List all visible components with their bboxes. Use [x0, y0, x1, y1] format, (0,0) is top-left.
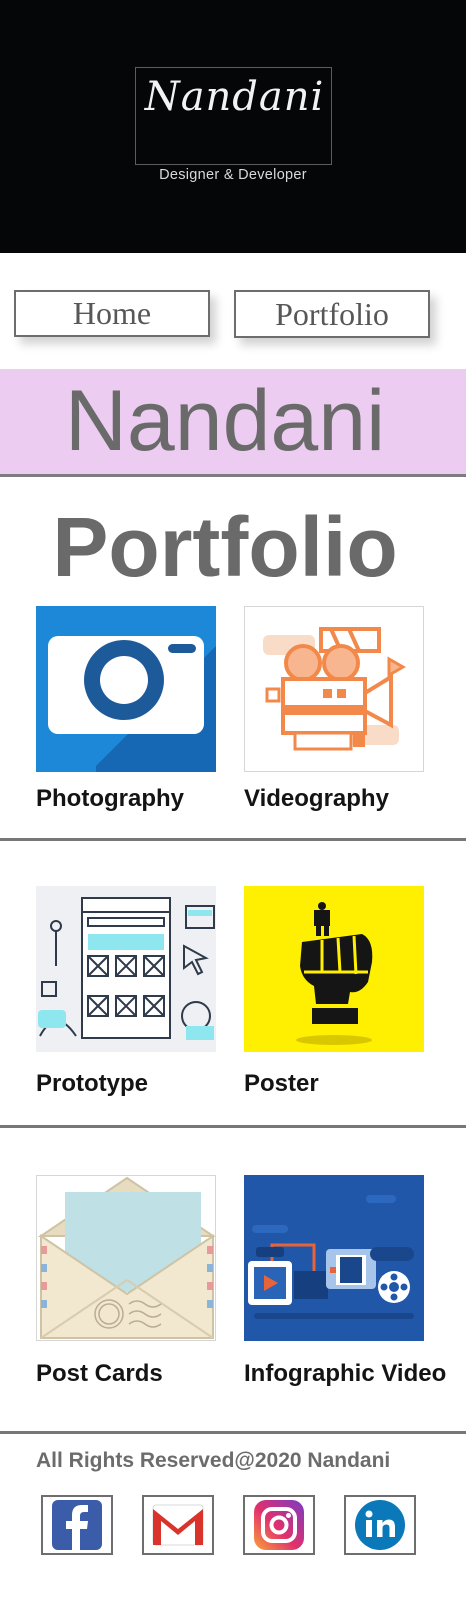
copyright-text: All Rights Reserved@2020 Nandani	[36, 1449, 391, 1472]
instagram-icon	[254, 1500, 304, 1550]
videography-thumbnail[interactable]	[244, 606, 424, 772]
wireframe-icon	[36, 886, 216, 1052]
section-divider	[0, 1125, 466, 1128]
linkedin-link[interactable]	[344, 1495, 416, 1555]
name-banner: Nandani	[0, 369, 466, 477]
section-title: Portfolio	[52, 500, 398, 594]
facebook-link[interactable]	[41, 1495, 113, 1555]
logo-name: Nandani	[144, 74, 325, 120]
nav-home-button[interactable]: Home	[14, 290, 210, 337]
infographic-video-thumbnail[interactable]	[244, 1175, 424, 1341]
site-header: Nandani Designer & Developer	[0, 0, 466, 253]
infographic-video-label[interactable]: Infographic Video	[244, 1360, 446, 1388]
banner-name: Nandani	[64, 373, 386, 469]
photography-label[interactable]: Photography	[36, 785, 184, 813]
film-projector-icon	[245, 607, 423, 771]
envelope-icon	[37, 1176, 215, 1340]
gmail-link[interactable]	[142, 1495, 214, 1555]
media-player-icon	[244, 1175, 424, 1341]
videography-label[interactable]: Videography	[244, 785, 389, 813]
facebook-icon	[52, 1500, 102, 1550]
nav-portfolio-button[interactable]: Portfolio	[234, 290, 430, 338]
instagram-link[interactable]	[243, 1495, 315, 1555]
logo-frame: Nandani	[135, 67, 332, 165]
gmail-icon	[152, 1504, 204, 1546]
post-cards-thumbnail[interactable]	[36, 1175, 216, 1341]
prototype-thumbnail[interactable]	[36, 886, 216, 1052]
photography-thumbnail[interactable]	[36, 606, 216, 772]
poster-label[interactable]: Poster	[244, 1070, 319, 1098]
linkedin-icon	[355, 1500, 405, 1550]
poster-thumbnail[interactable]	[244, 886, 424, 1052]
logo-tagline: Designer & Developer	[159, 167, 307, 183]
section-divider	[0, 838, 466, 841]
prototype-label[interactable]: Prototype	[36, 1070, 148, 1098]
post-cards-label[interactable]: Post Cards	[36, 1360, 163, 1388]
camera-icon	[36, 606, 216, 772]
footer-divider	[0, 1431, 466, 1434]
raised-fist-icon	[244, 886, 424, 1052]
